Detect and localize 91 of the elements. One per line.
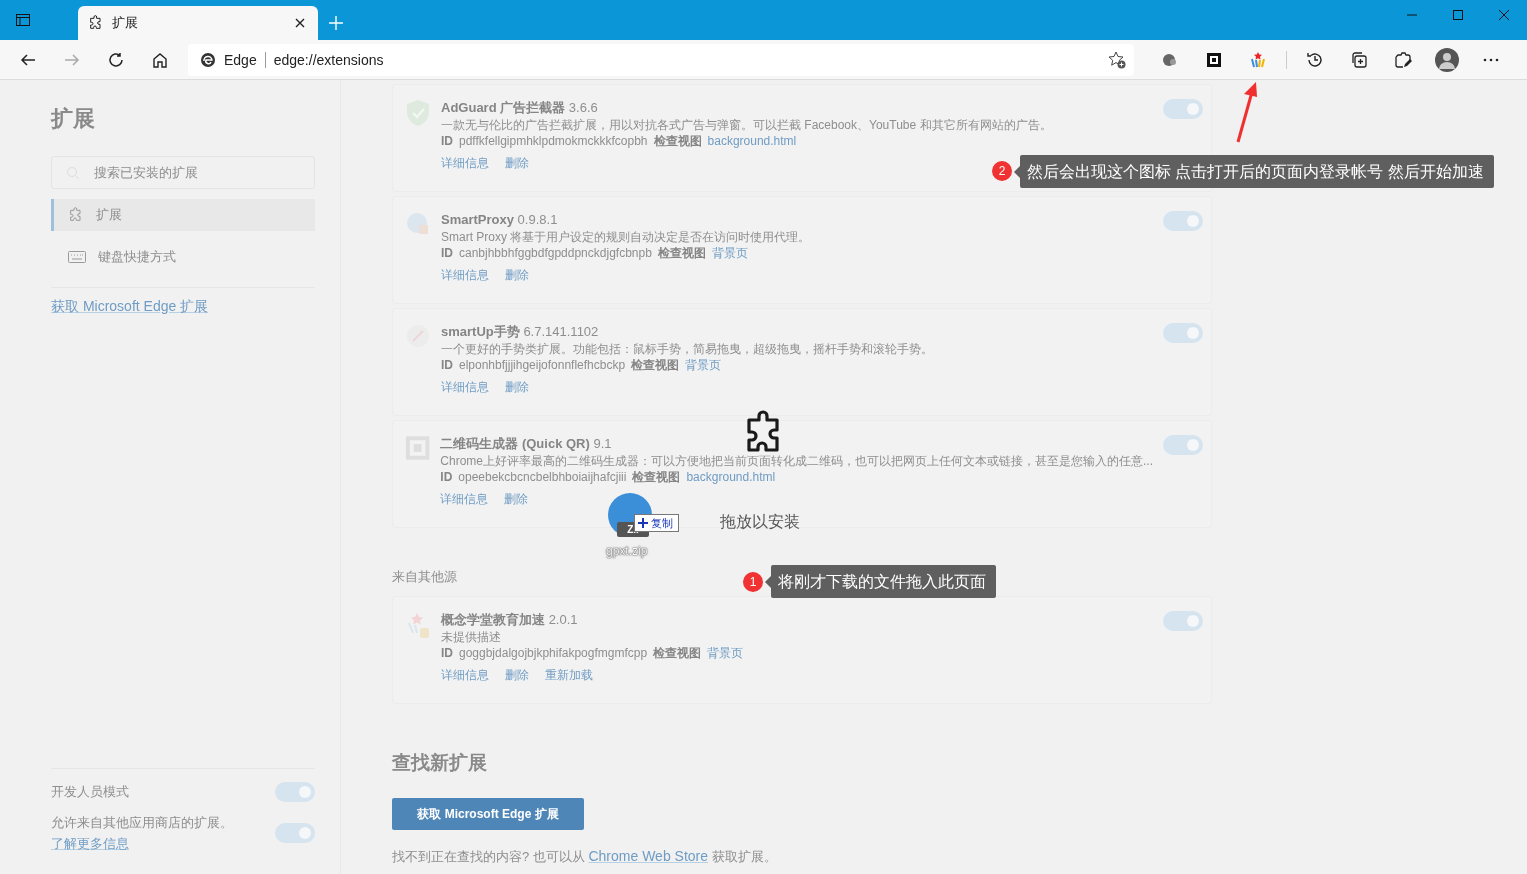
action-link[interactable]: 详细信息 [441,155,489,171]
action-link[interactable]: 删除 [504,491,529,507]
sidebar-item[interactable]: 键盘快捷方式 [51,241,315,273]
extension-description: Smart Proxy 将基于用户设定的规则自动决定是否在访问时使用代理。 [441,229,811,245]
toggle-switch[interactable] [275,781,315,802]
maximize-icon [1453,10,1463,20]
sidebar-heading: 扩展 [51,105,95,133]
site-label: Edge [224,51,257,68]
inspect-link[interactable]: 背景页 [685,357,722,373]
section-heading: 来自其他源 [392,568,457,586]
inspect-label: 检查视图 [632,469,681,485]
action-link[interactable]: 删除 [505,379,529,395]
file-name: gpxt.zip [606,544,648,558]
forward-arrow-icon [64,51,80,68]
inspect-label: 检查视图 [631,357,680,373]
toggle-switch[interactable] [1163,99,1203,119]
action-link[interactable]: 详细信息 [441,667,489,683]
puzzle-icon [88,15,104,31]
callout-text: 然后会出现这个图标 点击打开后的页面内登录帐号 然后开始加速 [1020,155,1494,188]
arrow-icon [1234,82,1260,144]
id-label: ID [441,133,453,149]
extension-name: SmartProxy 0.9.8.1 [441,211,558,229]
help-sentence: 找不到正在查找的内容? 也可以从 Chrome Web Store 获取扩展。 [392,848,777,866]
callout-pointer [765,576,771,588]
extension-description: 未提供描述 [441,629,501,645]
plus-icon [638,518,648,528]
extension-name: 二维码生成器 (Quick QR) 9.1 [440,435,612,453]
inspect-label: 检查视图 [657,245,706,261]
extension-description: 一个更好的手势类扩展。功能包括：鼠标手势，简易拖曳，超级拖曳，摇杆手势和滚轮手势。 [441,341,933,357]
inspect-link[interactable]: 背景页 [711,245,748,261]
extension-id: opeebekcbcncbelbhboiaijhafcjiii [458,469,627,485]
setting-label: 开发人员模式 [51,783,130,801]
extension-name: AdGuard 广告拦截器 3.6.6 [441,99,598,117]
inspect-link[interactable]: background.html [707,133,797,149]
browser-tab[interactable]: 扩展 [78,6,318,40]
chrome-web-store-link[interactable]: Chrome Web Store [588,848,709,864]
action-link[interactable]: 详细信息 [441,267,489,283]
extension-name: smartUp手势 6.7.141.1102 [441,323,599,341]
inspect-label: 检查视图 [653,645,702,661]
action-link[interactable]: 重新加载 [545,667,593,683]
toggle-switch[interactable] [1163,323,1203,343]
tab-title: 扩展 [112,14,139,32]
home-icon [152,51,168,68]
action-link[interactable]: 详细信息 [440,491,489,507]
puzzle-icon [68,207,84,223]
inspect-label: 检查视图 [653,133,702,149]
setting-label: 允许来自其他应用商店的扩展。 了解更多信息 [51,814,234,853]
extension-id: elponhbfjjjihgeijofonnflefhcbckp [459,357,626,373]
url-text: edge://extensions [273,51,385,68]
action-link[interactable]: 删除 [505,155,529,171]
tab-actions-icon [16,14,30,26]
star-add-icon[interactable] [1108,50,1126,69]
toggle-switch[interactable] [1163,611,1203,631]
close-icon [1499,10,1509,20]
action-link[interactable]: 详细信息 [441,379,489,395]
inspect-link[interactable]: background.html [686,469,776,485]
gesture-icon [405,323,431,349]
callout-pointer [1014,166,1020,178]
plus-icon [329,16,343,30]
callout-text: 将刚才下载的文件拖入此页面 [771,565,996,598]
globe-icon [405,211,431,237]
address-bar[interactable]: Edge edge://extensions [188,43,1134,76]
search-field[interactable]: 搜索已安装的扩展 [51,156,315,189]
refresh-icon [108,51,124,68]
extension-description: 一款无与伦比的广告拦截扩展，用以对抗各式广告与弹窗。可以拦截 Facebook、YouTube 和其它所有网站的广告。 [441,117,1052,133]
stars-icon [405,611,431,639]
id-label: ID [440,469,453,485]
get-extensions-button[interactable]: 获取 Microsoft Edge 扩展 [392,798,584,830]
action-link[interactable]: 删除 [505,667,529,683]
back-arrow-icon [20,51,36,68]
extension-id: canbjhbbhfggbdfgpddpnckdjgfcbnpb [459,245,652,261]
toggle-switch[interactable] [1163,435,1203,455]
inspect-link[interactable]: 背景页 [707,645,744,661]
store-link[interactable]: 获取 Microsoft Edge 扩展 [51,298,209,316]
learn-more-link[interactable]: 了解更多信息 [51,836,129,851]
drop-label: 拖放以安装 [720,512,800,532]
toggle-switch[interactable] [275,823,315,843]
action-link[interactable]: 删除 [505,267,529,283]
id-label: ID [441,357,453,373]
extension-id: goggbjdalgojbjkphifakpogfmgmfcpp [459,645,648,661]
keyboard-icon [68,251,86,263]
edge-logo-icon [200,51,216,68]
toggle-switch[interactable] [1163,211,1203,231]
sidebar-item[interactable]: 扩展 [51,199,315,231]
id-label: ID [441,245,453,261]
step-number: 1 [743,572,763,592]
extension-id: pdffkfellgipmhklpdmokmckkkfcopbh [459,133,648,149]
id-label: ID [441,645,453,661]
extension-description: Chrome上好评率最高的二维码生成器：可以方便地把当前页面转化成二维码，也可以把网页上任何文本或链接，甚至是您输入的任意... [440,453,1153,469]
section-heading: 查找新扩展 [392,751,487,775]
extension-name: 概念学堂教育加速 2.0.1 [441,611,578,629]
